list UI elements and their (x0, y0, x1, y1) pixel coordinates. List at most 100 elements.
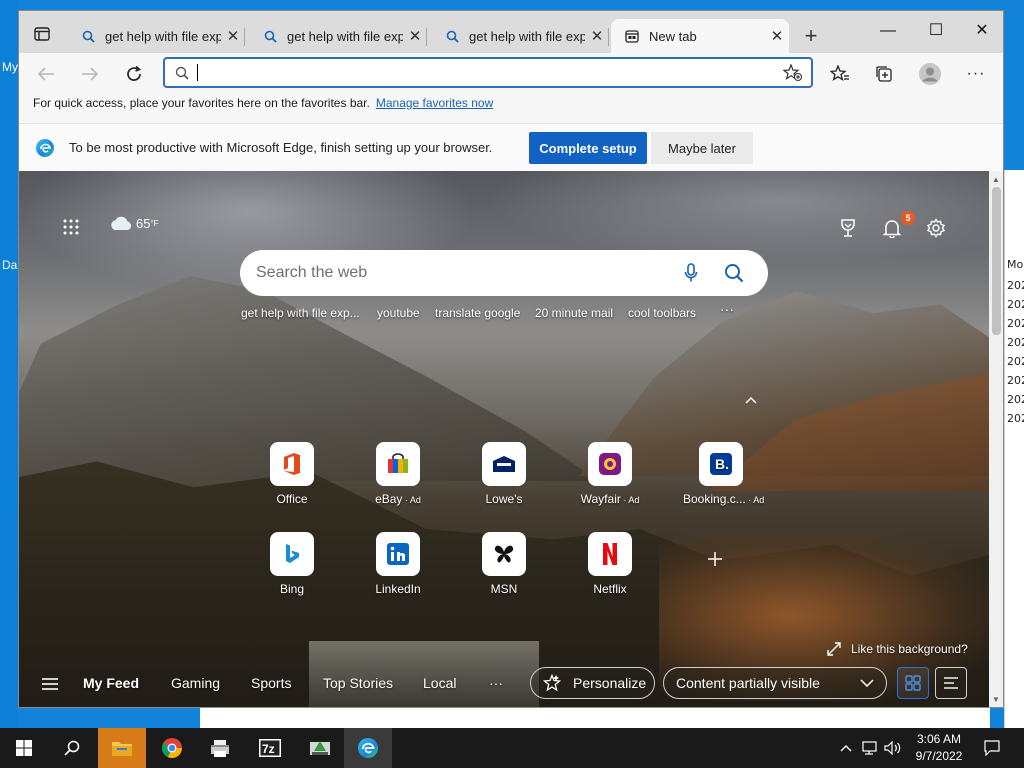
network-tray-button[interactable] (860, 728, 882, 768)
feed-tab-sports[interactable]: Sports (251, 675, 291, 691)
add-favorite-icon[interactable] (783, 63, 803, 82)
search-submit-button[interactable] (724, 263, 744, 283)
close-window-button[interactable]: ✕ (959, 17, 1003, 45)
close-tab-icon[interactable]: ✕ (403, 27, 427, 45)
volume-tray-button[interactable] (882, 728, 904, 768)
more-trending-button[interactable]: ··· (720, 301, 734, 317)
address-input[interactable] (198, 60, 783, 85)
quick-link-lowes[interactable]: Lowe's (469, 442, 539, 506)
maybe-later-button[interactable]: Maybe later (651, 132, 753, 164)
scroll-up-icon[interactable]: ▲ (992, 175, 1000, 184)
quick-link-msn[interactable]: MSN (469, 532, 539, 596)
show-hidden-icons-button[interactable] (836, 728, 856, 768)
trending-search-link[interactable]: get help with file exp... (241, 306, 360, 320)
quick-link-office[interactable]: Office (257, 442, 327, 506)
quick-link-label: eBay (375, 492, 403, 506)
trending-search-link[interactable]: youtube (377, 306, 420, 320)
collapse-quick-links-button[interactable] (743, 393, 759, 407)
setup-infobar: To be most productive with Microsoft Edg… (19, 123, 1003, 171)
personalize-button[interactable]: Personalize (530, 667, 655, 699)
taskbar-file-explorer[interactable] (98, 728, 146, 768)
taskbar-app-printer[interactable] (196, 728, 244, 768)
trending-search-link[interactable]: 20 minute mail (535, 306, 613, 320)
complete-setup-button[interactable]: Complete setup (529, 132, 647, 164)
tab-search-1[interactable]: get help with file explorer in windows -… (67, 19, 245, 53)
quick-link-wayfair[interactable]: Wayfair · Ad (575, 442, 645, 506)
minimize-button[interactable]: — (865, 17, 911, 45)
taskbar-7zip[interactable]: 7z (246, 728, 294, 768)
settings-more-button[interactable]: ··· (963, 61, 989, 87)
feed-tab-local[interactable]: Local (423, 675, 456, 691)
grid-view-icon (905, 675, 921, 691)
list-layout-button[interactable] (935, 667, 967, 699)
taskbar-search-button[interactable] (48, 728, 96, 768)
profile-button[interactable] (917, 61, 943, 87)
page-settings-button[interactable] (925, 217, 947, 239)
back-button[interactable] (33, 61, 59, 87)
add-quick-link-button[interactable] (703, 547, 727, 571)
tab-search-2[interactable]: get help with file explorer in windows -… (249, 19, 427, 53)
edge-logo-icon (358, 738, 378, 758)
feed-more-button[interactable]: ··· (489, 675, 503, 691)
scrollbar-thumb[interactable] (992, 187, 1001, 335)
notifications-button[interactable] (881, 217, 903, 239)
expand-icon (827, 642, 841, 656)
close-tab-icon[interactable]: ✕ (585, 27, 609, 45)
quick-link-linkedin[interactable]: LinkedIn (363, 532, 433, 596)
search-icon (445, 29, 459, 43)
forward-button[interactable] (77, 61, 103, 87)
edge-browser-window: get help with file explorer in windows -… (18, 10, 1004, 708)
tab-actions-button[interactable] (29, 23, 55, 45)
new-tab-button[interactable]: + (799, 25, 823, 49)
taskbar-clock[interactable]: 3:06 AM 9/7/2022 (904, 731, 974, 765)
bg-window-row: 202 (1007, 298, 1024, 311)
maximize-button[interactable]: ☐ (913, 17, 959, 45)
action-center-button[interactable] (980, 728, 1004, 768)
scroll-down-icon[interactable]: ▼ (992, 695, 1000, 704)
background-window[interactable]: Mo 202 202 202 202 202 202 202 202 (1004, 170, 1024, 730)
quick-link-booking[interactable]: B. Booking.c... · Ad (683, 442, 764, 506)
quick-link-bing[interactable]: Bing (257, 532, 327, 596)
maximize-icon: ☐ (928, 22, 944, 39)
quick-link-ebay[interactable]: eBay · Ad (363, 442, 433, 506)
start-button[interactable] (0, 728, 48, 768)
app-launcher-button[interactable] (61, 217, 81, 237)
desktop-icon-label[interactable]: My (2, 60, 18, 74)
tab-new-tab[interactable]: New tab ✕ (611, 19, 789, 53)
feed-tab-top-stories[interactable]: Top Stories (323, 675, 393, 691)
address-bar[interactable] (163, 57, 813, 88)
grid-layout-button[interactable] (897, 667, 929, 699)
weather-temperature: 65 (136, 215, 151, 231)
taskbar-app-green[interactable] (296, 728, 344, 768)
like-background-button[interactable]: Like this background? (827, 642, 968, 656)
taskbar-edge[interactable] (344, 728, 392, 768)
quick-link-netflix[interactable]: Netflix (575, 532, 645, 596)
content-visibility-dropdown[interactable]: Content partially visible (663, 667, 887, 699)
manage-favorites-link[interactable]: Manage favorites now (376, 96, 493, 110)
rewards-button[interactable] (837, 217, 859, 239)
feed-navigation-bar: My Feed Gaming Sports Top Stories Local … (19, 659, 989, 707)
tab-search-3[interactable]: get help with file explorer in windows -… (431, 19, 609, 53)
booking-icon: B. (699, 442, 743, 486)
trending-search-link[interactable]: translate google (435, 306, 520, 320)
feed-menu-button[interactable] (39, 675, 61, 693)
taskbar-chrome[interactable] (148, 728, 196, 768)
weather-widget[interactable]: 65 °F (109, 215, 159, 231)
quick-link-label: LinkedIn (375, 582, 421, 596)
close-tab-icon[interactable]: ✕ (221, 27, 245, 45)
favorites-button[interactable] (827, 61, 853, 87)
page-scrollbar[interactable]: ▲ ▼ (989, 171, 1003, 707)
feed-tab-gaming[interactable]: Gaming (171, 675, 220, 691)
collections-button[interactable] (871, 61, 897, 87)
feed-tab-my-feed[interactable]: My Feed (83, 675, 139, 691)
quick-link-label: Bing (279, 582, 305, 596)
web-search-input[interactable] (256, 264, 684, 282)
microphone-icon (684, 263, 698, 282)
trending-search-link[interactable]: cool toolbars (628, 306, 696, 320)
refresh-button[interactable] (121, 61, 147, 87)
web-search-box[interactable] (240, 250, 768, 296)
quick-link-label: Wayfair (580, 492, 621, 506)
close-tab-icon[interactable]: ✕ (765, 27, 789, 45)
voice-search-button[interactable] (684, 263, 698, 283)
desktop-icon-label[interactable]: Da (2, 258, 17, 272)
